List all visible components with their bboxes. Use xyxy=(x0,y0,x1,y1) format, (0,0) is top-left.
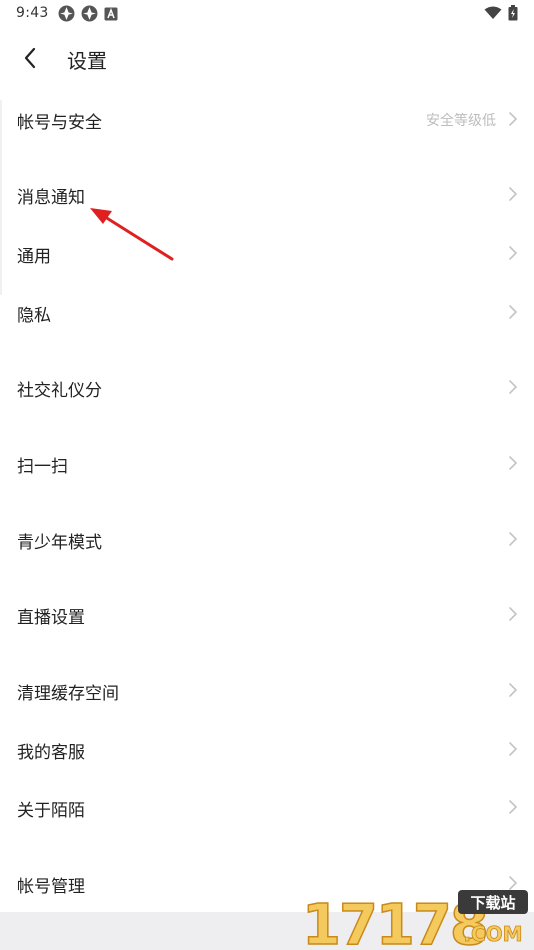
wifi-icon xyxy=(484,6,502,19)
notification-app-icon xyxy=(58,5,75,22)
settings-item-customer-service[interactable]: 我的客服 xyxy=(0,727,534,771)
settings-item-clear-cache[interactable]: 清理缓存空间 xyxy=(0,668,534,712)
chevron-right-icon xyxy=(509,456,518,470)
chevron-right-icon xyxy=(509,742,518,756)
settings-item-label: 我的客服 xyxy=(17,743,85,763)
status-time: 9:43 xyxy=(16,5,49,21)
settings-item-scan[interactable]: 扫一扫 xyxy=(0,441,534,485)
settings-item-account-security[interactable]: 帐号与安全 安全等级低 xyxy=(0,97,534,141)
watermark-logo: 17178 下载站 .COM xyxy=(301,890,528,948)
nav-bar: 设置 xyxy=(0,36,534,80)
settings-item-about[interactable]: 关于陌陌 xyxy=(0,785,534,829)
settings-item-label: 帐号管理 xyxy=(17,877,85,897)
settings-item-privacy[interactable]: 隐私 xyxy=(0,290,534,334)
back-button[interactable] xyxy=(14,42,46,74)
chevron-right-icon xyxy=(509,800,518,814)
status-system-icons xyxy=(484,5,518,21)
chevron-right-icon xyxy=(509,607,518,621)
settings-item-label: 通用 xyxy=(17,247,51,267)
status-bar: 9:43 xyxy=(0,0,534,28)
settings-item-label: 青少年模式 xyxy=(17,533,102,553)
settings-item-label: 隐私 xyxy=(17,306,51,326)
watermark-badge: 下载站 xyxy=(470,894,515,912)
battery-icon xyxy=(508,5,518,21)
notification-a-icon xyxy=(104,7,118,20)
settings-item-teen-mode[interactable]: 青少年模式 xyxy=(0,517,534,561)
chevron-right-icon xyxy=(509,187,518,201)
settings-item-label: 扫一扫 xyxy=(17,457,68,477)
chevron-right-icon xyxy=(509,305,518,319)
settings-item-notifications[interactable]: 消息通知 xyxy=(0,172,534,216)
settings-item-label: 消息通知 xyxy=(17,188,85,208)
chevron-right-icon xyxy=(509,112,518,126)
notification-app-icon xyxy=(81,5,98,22)
settings-item-label: 直播设置 xyxy=(17,608,85,628)
page-title: 设置 xyxy=(67,49,107,73)
settings-item-label: 关于陌陌 xyxy=(17,801,85,821)
settings-item-social-etiquette[interactable]: 社交礼仪分 xyxy=(0,365,534,409)
settings-item-live-settings[interactable]: 直播设置 xyxy=(0,592,534,636)
chevron-right-icon xyxy=(509,683,518,697)
status-notification-icons xyxy=(58,5,118,22)
chevron-right-icon xyxy=(509,380,518,394)
settings-item-label: 清理缓存空间 xyxy=(17,684,119,704)
settings-item-label: 社交礼仪分 xyxy=(17,381,102,401)
security-level-value: 安全等级低 xyxy=(426,113,496,129)
watermark-suffix: .COM xyxy=(463,922,522,946)
chevron-right-icon xyxy=(509,532,518,546)
settings-item-general[interactable]: 通用 xyxy=(0,231,534,275)
chevron-left-icon xyxy=(24,47,36,69)
chevron-right-icon xyxy=(509,246,518,260)
settings-item-label: 帐号与安全 xyxy=(17,113,102,133)
